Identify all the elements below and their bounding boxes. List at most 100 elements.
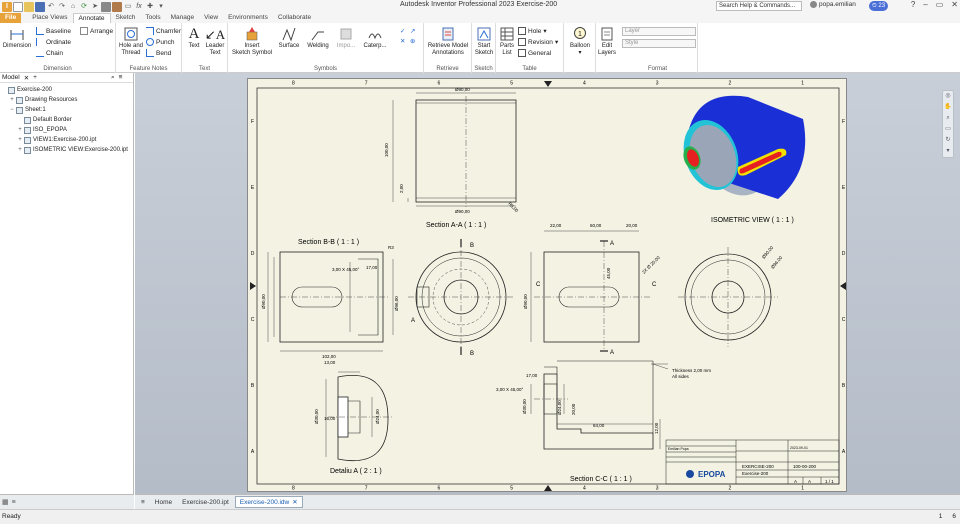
baseline-button[interactable]: Baseline (36, 27, 71, 35)
menu-icon[interactable]: ≡ (12, 499, 16, 506)
grid-icon[interactable]: ▦ (2, 498, 9, 506)
insert-sketch-symbol-button[interactable]: Insert Sketch Symbol (232, 26, 272, 57)
add-icon[interactable]: ✚ (145, 2, 155, 12)
browser-node[interactable]: + ISOMETRIC VIEW:Exercise-200.ipt (0, 145, 133, 155)
home-icon[interactable]: ⌂ (68, 2, 78, 12)
material-icon[interactable] (101, 1, 111, 12)
app-menu-icon[interactable]: I (2, 1, 12, 12)
measure-icon[interactable]: ▭ (123, 2, 133, 12)
browser-node[interactable]: + ISO_EPOPA (0, 125, 133, 135)
pan-icon[interactable]: ✋ (943, 102, 953, 113)
general-table-button[interactable]: General (518, 49, 551, 57)
inventor-window: I ↶ ↷ ⌂ ⟳ ➤ ▭ fx ✚ ▾ Autodesk Inventor P… (0, 0, 960, 524)
hole-thread-label: Hole and Thread (118, 43, 144, 56)
document-tab-close-icon[interactable]: ✕ (292, 498, 297, 506)
balloon-button[interactable]: 1 Balloon ▾ (567, 26, 593, 57)
browser-node[interactable]: Exercise-200 (0, 85, 133, 95)
dimension-panel: Dimension Baseline Ordinate Chain Arrang… (0, 23, 116, 73)
arrange-button[interactable]: Arrange (80, 27, 113, 35)
insert-sketch-symbol-label: Insert Sketch Symbol (231, 43, 273, 56)
expand-toggle-icon[interactable]: + (16, 127, 24, 133)
appearance-icon[interactable] (112, 1, 122, 12)
browser-node[interactable]: + Drawing Resources (0, 95, 133, 105)
orbit-icon[interactable]: ↻ (943, 135, 953, 146)
search-input[interactable]: Search Help & Commands... (716, 1, 802, 11)
ordinate-button[interactable]: Ordinate (36, 38, 71, 46)
undo-icon[interactable]: ↶ (46, 2, 56, 12)
browser-search-icon[interactable]: ⌕ (111, 74, 115, 82)
notification-badge[interactable]: ⏲ 23 (869, 1, 889, 11)
update-icon[interactable]: ⟳ (79, 2, 89, 12)
redo-icon[interactable]: ↷ (57, 2, 67, 12)
welding-button[interactable]: Welding (306, 26, 330, 50)
tab-environments[interactable]: Environments (223, 13, 273, 23)
dimension-button[interactable]: Dimension (2, 26, 32, 50)
border-zone-letter: B (842, 383, 846, 389)
chamfer-icon (146, 27, 154, 35)
expand-toggle-icon[interactable]: + (16, 137, 24, 143)
chamfer-button[interactable]: Chamfer (146, 27, 181, 35)
minimize-button[interactable]: – (923, 0, 927, 9)
revision-table-button[interactable]: Revision ▾ (518, 38, 558, 46)
surface-button[interactable]: Surface (278, 26, 300, 50)
chain-button[interactable]: Chain (36, 49, 63, 57)
hole-table-button[interactable]: Hole ▾ (518, 27, 547, 35)
close-button[interactable]: ✕ (951, 0, 958, 9)
navbar-menu-icon[interactable]: ▾ (943, 146, 953, 157)
hole-thread-button[interactable]: Hole and Thread (118, 26, 144, 57)
new-icon[interactable] (13, 1, 23, 12)
tab-tools[interactable]: Tools (140, 13, 165, 23)
leader-text-button[interactable]: ↙A Leader Text (204, 26, 226, 57)
retrieve-model-annotations-button[interactable]: Retrieve Model Annotations (426, 26, 470, 57)
save-icon[interactable] (35, 1, 45, 12)
tab-manage[interactable]: Manage (166, 13, 200, 23)
restore-button[interactable]: ▭ (936, 0, 944, 9)
steering-wheel-icon[interactable]: ◎ (943, 91, 953, 102)
text-button[interactable]: A Text (185, 26, 203, 50)
browser-close-icon[interactable]: ✕ (24, 74, 29, 82)
tab-view[interactable]: View (199, 13, 223, 23)
zoom-icon[interactable]: ⌕ (943, 113, 953, 124)
symbol-tool-4[interactable]: ⊕ (410, 37, 415, 45)
symbol-tool-2[interactable]: ✕ (400, 37, 405, 45)
browser-menu-icon[interactable]: ≡ (119, 74, 123, 81)
punch-button[interactable]: Punch (146, 38, 174, 46)
style-select[interactable]: Style (622, 39, 696, 48)
balloon-icon: 1 (572, 26, 588, 42)
layer-select[interactable]: Layer (622, 27, 696, 36)
expand-toggle-icon[interactable]: − (8, 107, 16, 113)
zoom-window-icon[interactable]: ▭ (943, 124, 953, 135)
browser-node[interactable]: Default Border (0, 115, 133, 125)
tab-annotate[interactable]: Annotate (72, 13, 111, 23)
fx-icon[interactable]: fx (134, 2, 144, 12)
edit-layers-button[interactable]: Edit Layers (597, 26, 617, 57)
tab-file[interactable]: File (0, 13, 22, 23)
help-icon[interactable]: ? (911, 0, 915, 9)
document-tab[interactable]: Exercise-200.idw ✕ (234, 496, 303, 508)
tab-collaborate[interactable]: Collaborate (273, 13, 316, 23)
tab-place-views[interactable]: Place Views (27, 13, 72, 23)
document-tab[interactable]: Home (151, 498, 176, 507)
document-tab[interactable]: Exercise-200.ipt (178, 498, 233, 507)
select-icon[interactable]: ➤ (90, 2, 100, 12)
expand-toggle-icon[interactable]: + (16, 147, 24, 153)
document-tabs-menu-icon[interactable]: ≡ (137, 498, 149, 507)
start-sketch-button[interactable]: Start Sketch (473, 26, 495, 57)
tab-sketch[interactable]: Sketch (111, 13, 141, 23)
import-symbol-button[interactable]: Impo... (334, 26, 358, 50)
symbol-tool-3[interactable]: ↗ (410, 27, 415, 35)
browser-add-icon[interactable]: + (33, 74, 37, 81)
parts-list-button[interactable]: Parts List (498, 26, 516, 57)
bend-button[interactable]: Bend (146, 49, 171, 57)
caterpillar-button[interactable]: Caterp... (362, 26, 388, 50)
browser-node[interactable]: + VIEW1:Exercise-200.ipt (0, 135, 133, 145)
all-sides-note: All sides (672, 374, 690, 379)
open-icon[interactable] (24, 1, 34, 12)
user-menu[interactable]: popa.emilian (810, 1, 856, 8)
drawing-sheet[interactable]: 8 8 7 7 6 6 5 5 4 4 3 3 2 2 1 1 F F E E D D C C B B A A Ø90,00 100… (247, 78, 847, 492)
expand-toggle-icon[interactable]: + (8, 97, 16, 103)
symbol-tool-1[interactable]: ✓ (400, 27, 405, 35)
section-c-c-view (530, 360, 668, 450)
browser-node[interactable]: − Sheet:1 (0, 105, 133, 115)
qat-menu-icon[interactable]: ▾ (156, 2, 166, 12)
